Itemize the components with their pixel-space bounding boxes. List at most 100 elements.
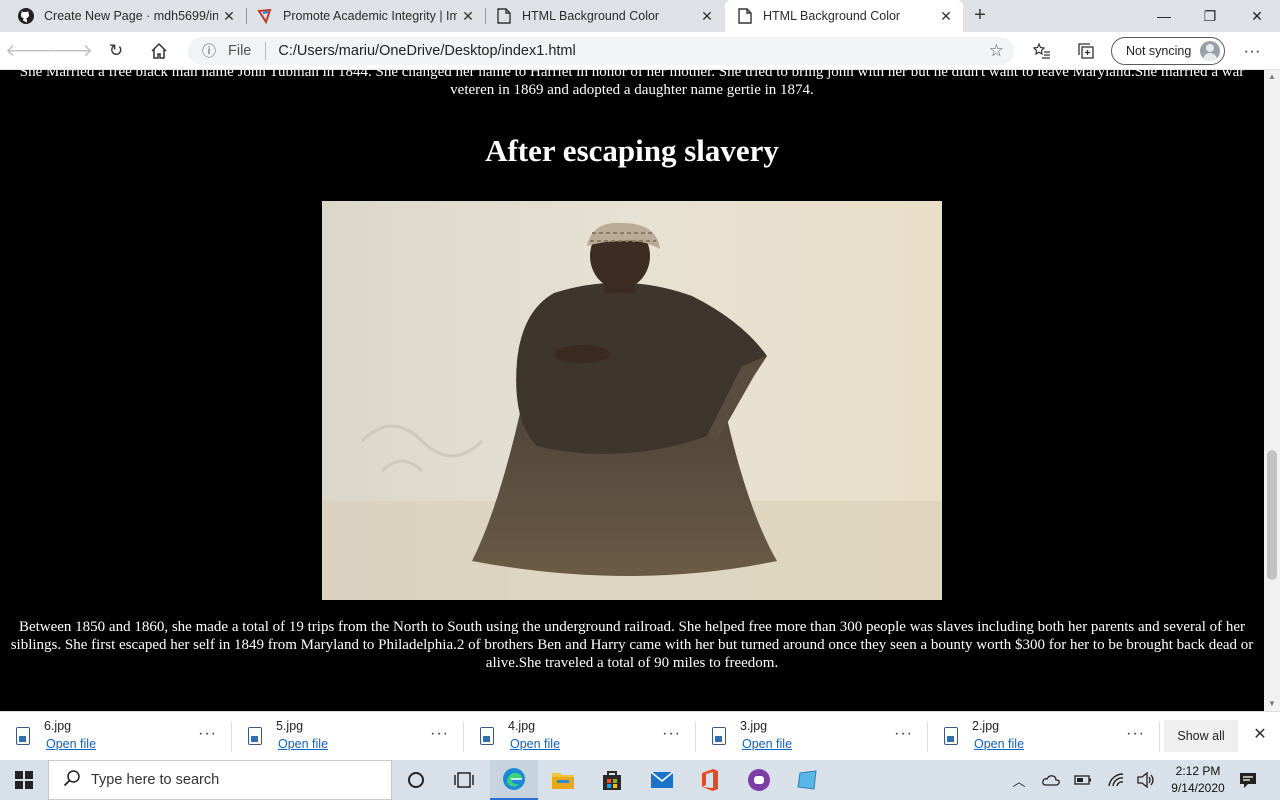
clock-date: 9/14/2020: [1171, 781, 1225, 795]
address-bar[interactable]: ⓘ File C:/Users/mariu/OneDrive/Desktop/i…: [188, 37, 1014, 65]
download-filename: 3.jpg: [740, 719, 768, 733]
url-text[interactable]: C:/Users/mariu/OneDrive/Desktop/index1.h…: [278, 43, 575, 59]
edge-taskbar-icon[interactable]: [490, 760, 538, 800]
tab-html-bg-active[interactable]: HTML Background Color ✕: [725, 0, 963, 32]
close-window-button[interactable]: ✕: [1234, 0, 1280, 32]
scrollbar-thumb[interactable]: [1267, 450, 1277, 580]
tab-title: Create New Page · mdh5699/inte: [44, 9, 218, 23]
file-explorer-icon[interactable]: [539, 760, 587, 800]
intro-paragraph: She Married a free black man name John T…: [19, 70, 1245, 98]
github-icon: [18, 8, 34, 24]
more-options-icon[interactable]: ···: [198, 725, 217, 743]
browser-toolbar: 🡐 🡒 ↻ ⓘ File C:/Users/mariu/OneDrive/Des…: [0, 32, 1280, 70]
more-menu-icon[interactable]: ···: [1240, 39, 1264, 63]
volume-icon[interactable]: [1134, 760, 1158, 800]
close-shelf-icon[interactable]: ✕: [1250, 724, 1270, 748]
show-all-button[interactable]: Show all: [1164, 720, 1238, 752]
forward-button[interactable]: 🡒: [47, 39, 93, 63]
clock-time: 2:12 PM: [1175, 764, 1221, 778]
collections-icon[interactable]: [1074, 39, 1098, 63]
section-heading: After escaping slavery: [485, 133, 779, 168]
battery-icon[interactable]: [1072, 760, 1094, 800]
cortana-icon[interactable]: [392, 760, 440, 800]
wifi-icon[interactable]: [1104, 760, 1128, 800]
tab-strip: Create New Page · mdh5699/inte ✕ Promote…: [0, 0, 1280, 32]
more-options-icon[interactable]: ···: [430, 725, 449, 743]
document-icon: [737, 8, 753, 24]
tab-title: HTML Background Color: [763, 9, 901, 23]
task-view-icon[interactable]: [440, 760, 488, 800]
more-options-icon[interactable]: ···: [662, 725, 681, 743]
scheme-label: File: [228, 43, 252, 59]
portrait-photo: [322, 201, 942, 600]
open-file-link[interactable]: Open file: [278, 737, 328, 751]
image-file-icon: [712, 727, 726, 745]
restore-button[interactable]: ❐: [1187, 0, 1233, 32]
image-file-icon: [16, 727, 30, 745]
refresh-icon[interactable]: ↻: [104, 39, 128, 63]
tab-github[interactable]: Create New Page · mdh5699/inte ✕: [0, 0, 246, 32]
download-item[interactable]: 6.jpg Open file ···: [0, 712, 232, 761]
download-item[interactable]: 5.jpg Open file ···: [232, 712, 464, 761]
app-icon[interactable]: [784, 760, 832, 800]
vertical-scrollbar[interactable]: ▲ ▼: [1264, 70, 1280, 711]
windows-taskbar: Type here to search ︿ 2:12 PM 9/14/2020: [0, 760, 1280, 800]
open-file-link[interactable]: Open file: [974, 737, 1024, 751]
info-icon[interactable]: ⓘ: [202, 41, 222, 61]
tab-title: Promote Academic Integrity | Im: [283, 9, 457, 23]
windows-logo-icon: [15, 771, 33, 789]
image-file-icon: [480, 727, 494, 745]
download-item[interactable]: 4.jpg Open file ···: [464, 712, 696, 761]
home-icon[interactable]: [147, 39, 171, 63]
teams-app-icon[interactable]: [735, 760, 783, 800]
new-tab-button[interactable]: +: [968, 4, 992, 28]
document-icon: [496, 8, 512, 24]
download-filename: 6.jpg: [44, 719, 72, 733]
avatar: [1200, 41, 1220, 61]
tab-close-icon[interactable]: ✕: [457, 8, 479, 25]
more-options-icon[interactable]: ···: [894, 725, 913, 743]
tab-close-icon[interactable]: ✕: [696, 8, 718, 25]
favorite-star-icon[interactable]: ☆: [989, 41, 1004, 61]
sync-button[interactable]: Not syncing: [1111, 37, 1225, 65]
mail-icon[interactable]: [638, 760, 686, 800]
body-paragraph: Between 1850 and 1860, she made a total …: [10, 619, 1254, 671]
search-placeholder: Type here to search: [91, 772, 220, 788]
favorites-icon[interactable]: [1030, 39, 1054, 63]
download-item[interactable]: 2.jpg Open file ···: [928, 712, 1160, 761]
address-divider: [265, 42, 267, 60]
search-icon: [63, 769, 83, 791]
chevron-up-icon[interactable]: ︿: [1008, 760, 1030, 800]
sync-label: Not syncing: [1126, 44, 1192, 58]
download-filename: 2.jpg: [972, 719, 1000, 733]
divider: [1159, 722, 1160, 752]
download-item[interactable]: 3.jpg Open file ···: [696, 712, 928, 761]
download-filename: 5.jpg: [276, 719, 304, 733]
open-file-link[interactable]: Open file: [46, 737, 96, 751]
office-icon[interactable]: [686, 760, 734, 800]
download-filename: 4.jpg: [508, 719, 536, 733]
open-file-link[interactable]: Open file: [510, 737, 560, 751]
back-button[interactable]: 🡐: [5, 39, 51, 63]
onedrive-icon[interactable]: [1040, 760, 1062, 800]
scroll-up-arrow-icon[interactable]: ▲: [1264, 70, 1280, 84]
tab-close-icon[interactable]: ✕: [935, 8, 957, 25]
tab-turnitin[interactable]: Promote Academic Integrity | Im ✕: [247, 0, 485, 32]
tab-close-icon[interactable]: ✕: [218, 8, 240, 25]
notifications-icon[interactable]: [1236, 760, 1260, 800]
tab-title: HTML Background Color: [522, 9, 660, 23]
store-icon[interactable]: [588, 760, 636, 800]
open-file-link[interactable]: Open file: [742, 737, 792, 751]
more-options-icon[interactable]: ···: [1126, 725, 1145, 743]
start-button[interactable]: [0, 760, 48, 800]
image-file-icon: [248, 727, 262, 745]
image-file-icon: [944, 727, 958, 745]
download-shelf: 6.jpg Open file ··· 5.jpg Open file ··· …: [0, 711, 1280, 760]
tab-html-bg-1[interactable]: HTML Background Color ✕: [486, 0, 724, 32]
page-viewport: She Married a free black man name John T…: [0, 70, 1264, 711]
scroll-down-arrow-icon[interactable]: ▼: [1264, 697, 1280, 711]
turnitin-icon: [257, 8, 273, 24]
system-clock[interactable]: 2:12 PM 9/14/2020: [1158, 763, 1238, 797]
taskbar-search[interactable]: Type here to search: [48, 760, 392, 800]
minimize-button[interactable]: —: [1141, 0, 1187, 32]
